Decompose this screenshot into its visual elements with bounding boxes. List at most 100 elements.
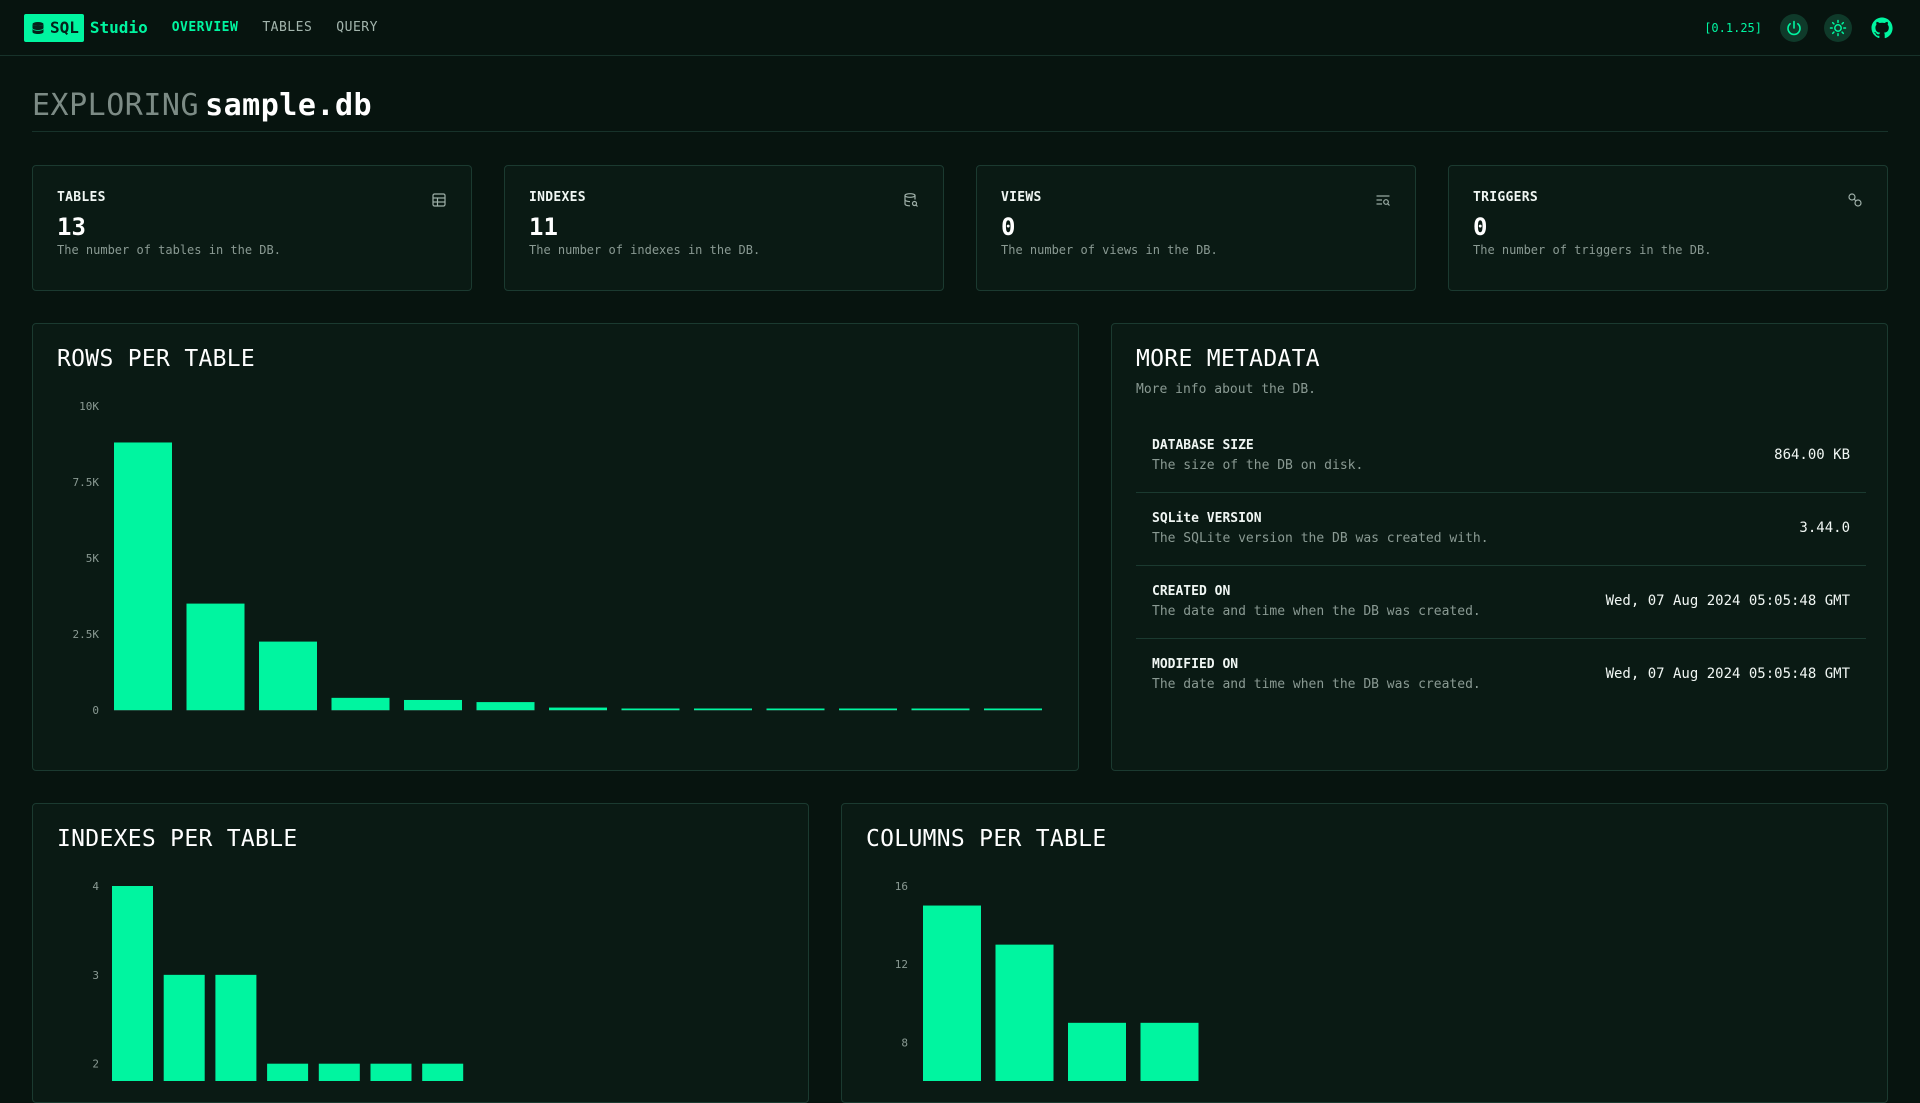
stat-card-views: VIEWS 0 The number of views in the DB. [976,165,1416,291]
title-divider [32,131,1888,132]
rows-y-tick-label: 2.5K [73,628,100,641]
rows-bar[interactable] [984,708,1042,711]
metadata-description: The size of the DB on disk. [1152,458,1364,473]
metadata-row-database-size: DATABASE SIZE The size of the DB on disk… [1136,420,1866,493]
nav-tables[interactable]: TABLES [262,20,312,35]
stat-value: 0 [1473,213,1488,241]
rows-bar[interactable] [114,442,172,710]
sun-icon [1829,19,1847,36]
nav-right: [0.1.25] [1704,13,1896,42]
metadata-label: CREATED ON [1152,584,1231,599]
stat-card-triggers: TRIGGERS 0 The number of triggers in the… [1448,165,1888,291]
version-label: [0.1.25] [1704,20,1762,35]
columns-y-tick-label: 12 [895,958,908,971]
rows-bar[interactable] [404,699,462,710]
metadata-label: SQLite VERSION [1152,511,1262,526]
metadata-value: Wed, 07 Aug 2024 05:05:48 GMT [1605,593,1850,609]
stat-value: 11 [529,213,558,241]
indexes-bar[interactable] [370,1063,412,1081]
metadata-row-modified-on: MODIFIED ON The date and time when the D… [1136,639,1866,712]
database-icon [32,21,44,34]
columns-per-table-chart: 8 12 16 [895,880,1199,1081]
rows-bar[interactable] [259,641,317,710]
metadata-row-sqlite-version: SQLite VERSION The SQLite version the DB… [1136,493,1866,566]
rows-per-table-chart: 0 2.5K 5K 7.5K 10K [73,400,1042,717]
github-icon [1871,17,1893,38]
rows-bar[interactable] [911,708,970,711]
indexes-bar[interactable] [163,974,205,1081]
power-icon [1787,20,1801,35]
stat-label: TABLES [57,190,106,205]
database-name: sample.db [205,88,373,123]
columns-y-tick-label: 8 [901,1036,908,1049]
metadata-description: The SQLite version the DB was created wi… [1152,531,1489,546]
stat-card-tables: TABLES 13 The number of tables in the DB… [32,165,472,291]
stat-value: 0 [1001,213,1016,241]
stat-value: 13 [57,213,86,241]
stat-description: The number of tables in the DB. [57,243,281,257]
rows-bar[interactable] [621,708,680,711]
rows-bar[interactable] [766,708,825,711]
rows-per-table-card: ROWS PER TABLE 0 2.5K 5K 7.5K 10K [32,323,1079,771]
metadata-title: MORE METADATA [1136,346,1320,372]
metadata-value: 3.44.0 [1799,520,1850,536]
stat-label: INDEXES [529,190,586,205]
nav-overview[interactable]: OVERVIEW [172,20,239,35]
columns-bar[interactable] [995,944,1054,1081]
metadata-row-created-on: CREATED ON The date and time when the DB… [1136,566,1866,639]
rows-bar[interactable] [549,707,607,710]
theme-toggle-button[interactable] [1824,13,1852,42]
page-title-prefix: EXPLORING [32,88,200,123]
github-button[interactable] [1868,14,1896,42]
rows-bar[interactable] [694,708,752,711]
rows-bar[interactable] [331,697,390,710]
indexes-y-tick-label: 4 [92,880,99,893]
metadata-description: The date and time when the DB was create… [1152,604,1481,619]
metadata-label: DATABASE SIZE [1152,438,1254,453]
logo-badge-text: SQL [50,18,79,37]
indexes-y-tick-label: 3 [92,969,99,982]
rows-y-tick-label: 5K [86,552,100,565]
top-nav: SQL Studio OVERVIEW TABLES QUERY [0.1.25… [0,0,1920,56]
rows-bar[interactable] [186,603,245,710]
columns-per-table-card: COLUMNS PER TABLE 8 12 16 [841,803,1888,1103]
stat-description: The number of views in the DB. [1001,243,1218,257]
rows-bar[interactable] [476,702,535,710]
stat-description: The number of indexes in the DB. [529,243,761,257]
metadata-description: The date and time when the DB was create… [1152,677,1481,692]
indexes-bar[interactable] [267,1063,309,1081]
rows-y-tick-label: 10K [79,400,99,413]
power-button[interactable] [1780,13,1808,42]
logo-text: Studio [89,18,148,37]
indexes-per-table-card: INDEXES PER TABLE 234 [32,803,809,1103]
columns-bar[interactable] [923,905,981,1081]
link-icon [1848,193,1862,207]
indexes-bar[interactable] [112,886,153,1081]
metadata-value: 864.00 KB [1774,447,1850,463]
rows-bar[interactable] [839,708,897,711]
stat-card-indexes: INDEXES 11 The number of indexes in the … [504,165,944,291]
stat-label: VIEWS [1001,190,1042,205]
nav-query[interactable]: QUERY [336,20,378,35]
list-search-icon [1376,195,1390,206]
columns-y-tick-label: 16 [895,880,908,893]
indexes-bar[interactable] [422,1063,464,1081]
indexes-bar[interactable] [215,974,257,1081]
app-logo[interactable]: SQL Studio [24,13,148,42]
stat-description: The number of triggers in the DB. [1473,243,1712,257]
metadata-value: Wed, 07 Aug 2024 05:05:48 GMT [1605,666,1850,682]
metadata-card: MORE METADATA More info about the DB. DA… [1111,323,1888,771]
metadata-label: MODIFIED ON [1152,657,1239,672]
table-icon [432,193,446,207]
indexes-bar[interactable] [318,1063,360,1081]
page-title: EXPLORING sample.db [32,88,372,123]
stat-label: TRIGGERS [1473,190,1539,205]
database-index-icon [904,193,918,207]
indexes-per-table-chart: 2 3 4 [92,880,464,1081]
columns-bar[interactable] [1140,1022,1199,1081]
logo-badge: SQL [24,13,84,42]
columns-bar[interactable] [1068,1022,1126,1081]
rows-y-tick-label: 0 [92,704,99,717]
indexes-y-tick-label: 2 [92,1058,99,1071]
nav-links: OVERVIEW TABLES QUERY [172,20,378,35]
